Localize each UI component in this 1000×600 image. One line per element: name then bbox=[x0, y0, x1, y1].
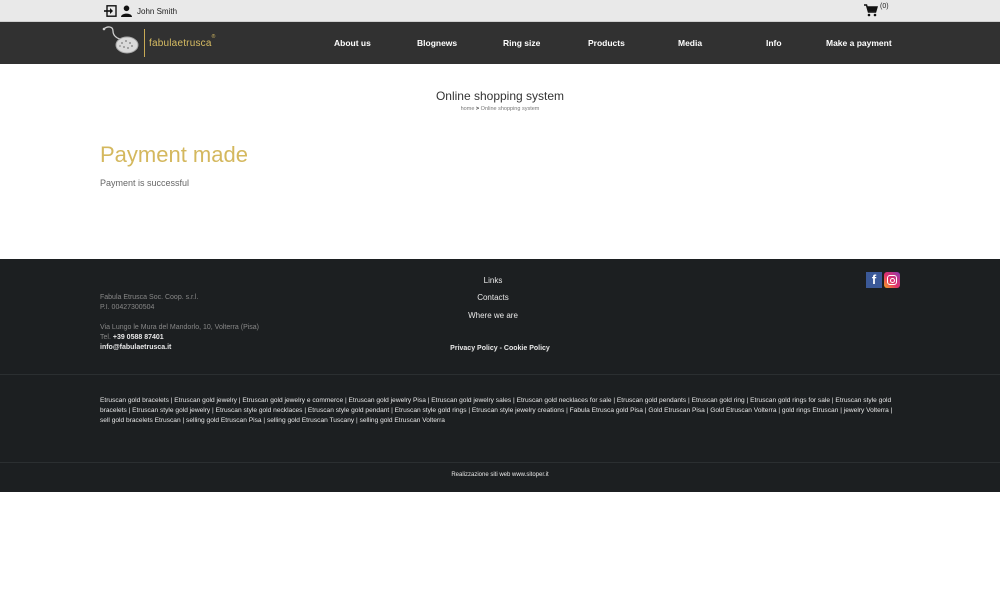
seo-tag-link[interactable]: Etruscan gold rings for sale bbox=[750, 397, 830, 404]
main-navbar: fabulaetrusca ® About us Blognews Ring s… bbox=[0, 22, 1000, 64]
user-icon[interactable] bbox=[121, 5, 132, 17]
seo-tag-link[interactable]: selling gold Etruscan Volterra bbox=[360, 417, 445, 424]
seo-tags: Etruscan gold bracelets | Etruscan gold … bbox=[100, 396, 900, 426]
user-name[interactable]: John Smith bbox=[137, 7, 177, 16]
tel-label: Tel. bbox=[100, 334, 111, 341]
site-footer: Fabula Etrusca Soc. Coop. s.r.l. P.I. 00… bbox=[0, 259, 1000, 492]
breadcrumb-home[interactable]: home bbox=[461, 106, 475, 112]
nav-blognews[interactable]: Blognews bbox=[417, 22, 457, 64]
site-logo[interactable]: fabulaetrusca ® bbox=[101, 25, 216, 62]
nav-info[interactable]: Info bbox=[766, 22, 782, 64]
seo-tag-link[interactable]: Fabula Etrusca gold Pisa bbox=[570, 407, 643, 414]
seo-tag-link[interactable]: Etruscan gold bracelets bbox=[100, 397, 169, 404]
logo-text: fabulaetrusca bbox=[149, 37, 212, 49]
breadcrumb: home > Online shopping system bbox=[0, 106, 1000, 112]
social-links: f bbox=[866, 272, 900, 288]
seo-tag-link[interactable]: Etruscan gold pendants bbox=[617, 397, 686, 404]
cart-link[interactable]: (0) bbox=[864, 3, 889, 22]
seo-tag-link[interactable]: Gold Etruscan Pisa bbox=[648, 407, 704, 414]
seo-tag-link[interactable]: Gold Etruscan Volterra bbox=[710, 407, 776, 414]
seo-tag-link[interactable]: Etruscan style jewelry creations bbox=[472, 407, 564, 414]
seo-tag-link[interactable]: Etruscan gold jewelry sales bbox=[431, 397, 511, 404]
page-heading: Online shopping system bbox=[435, 89, 565, 103]
privacy-policy-link[interactable]: Privacy Policy bbox=[450, 345, 497, 352]
footer-divider bbox=[0, 374, 1000, 375]
seo-tag-link[interactable]: Etruscan style gold jewelry bbox=[132, 407, 210, 414]
policy-separator: - bbox=[499, 345, 502, 352]
instagram-icon[interactable] bbox=[884, 272, 900, 288]
seo-tag-link[interactable]: Etruscan gold jewelry bbox=[174, 397, 237, 404]
seo-tag-link[interactable]: Etruscan gold jewelry Pisa bbox=[349, 397, 426, 404]
seo-tag-link[interactable]: Etruscan gold jewelry e commerce bbox=[242, 397, 343, 404]
payment-title: Payment made bbox=[100, 142, 248, 167]
seo-tag-link[interactable]: Etruscan gold necklaces for sale bbox=[517, 397, 612, 404]
seo-tag-link[interactable]: Etruscan style gold necklaces bbox=[216, 407, 303, 414]
footer-divider-bottom bbox=[0, 462, 1000, 463]
nav-media[interactable]: Media bbox=[678, 22, 702, 64]
seo-tag-link[interactable]: jewelry Volterra bbox=[844, 407, 889, 414]
seo-tag-link[interactable]: sell gold bracelets Etruscan bbox=[100, 417, 181, 424]
seo-tag-link[interactable]: Etruscan gold ring bbox=[692, 397, 745, 404]
policy-links: Privacy Policy - Cookie Policy bbox=[0, 345, 1000, 352]
seo-tag-separator: | bbox=[888, 407, 893, 414]
payment-message: Payment is successful bbox=[100, 178, 190, 188]
seo-tag-link[interactable]: selling gold Etruscan Tuscany bbox=[267, 417, 354, 424]
nav-products[interactable]: Products bbox=[588, 22, 625, 64]
account-area: John Smith bbox=[104, 4, 177, 18]
credits-link[interactable]: Realizzazione siti web www.sitoper.it bbox=[0, 472, 1000, 478]
breadcrumb-current: Online shopping system bbox=[480, 106, 540, 112]
footer-link-contacts[interactable]: Contacts bbox=[0, 293, 986, 302]
seo-tag-link[interactable]: Etruscan style gold rings bbox=[395, 407, 467, 414]
cart-icon[interactable] bbox=[864, 4, 879, 22]
nav-ring-size[interactable]: Ring size bbox=[503, 22, 540, 64]
nav-make-a-payment[interactable]: Make a payment bbox=[826, 22, 892, 64]
top-bar: John Smith (0) bbox=[0, 0, 1000, 22]
logo-registered-mark: ® bbox=[211, 34, 216, 40]
seo-tag-link[interactable]: gold rings Etruscan bbox=[782, 407, 838, 414]
cookie-policy-link[interactable]: Cookie Policy bbox=[504, 345, 550, 352]
facebook-icon[interactable]: f bbox=[866, 272, 882, 288]
seo-tag-link[interactable]: Etruscan style gold pendant bbox=[308, 407, 389, 414]
footer-link-where-we-are[interactable]: Where we are bbox=[0, 311, 986, 320]
cart-count: (0) bbox=[880, 3, 889, 10]
logo-divider bbox=[144, 29, 145, 57]
tel-link[interactable]: +39 0588 87401 bbox=[113, 334, 164, 341]
breadcrumb-separator: > bbox=[475, 106, 480, 112]
company-address: Via Lungo le Mura del Mandorlo, 10, Volt… bbox=[100, 324, 260, 331]
seo-tag-link[interactable]: selling gold Etruscan Pisa bbox=[186, 417, 262, 424]
logout-icon[interactable] bbox=[104, 5, 117, 17]
ring-logo-icon bbox=[101, 25, 141, 62]
nav-about-us[interactable]: About us bbox=[334, 22, 371, 64]
company-info: Fabula Etrusca Soc. Coop. s.r.l. P.I. 00… bbox=[100, 293, 259, 353]
footer-link-links[interactable]: Links bbox=[0, 276, 986, 285]
